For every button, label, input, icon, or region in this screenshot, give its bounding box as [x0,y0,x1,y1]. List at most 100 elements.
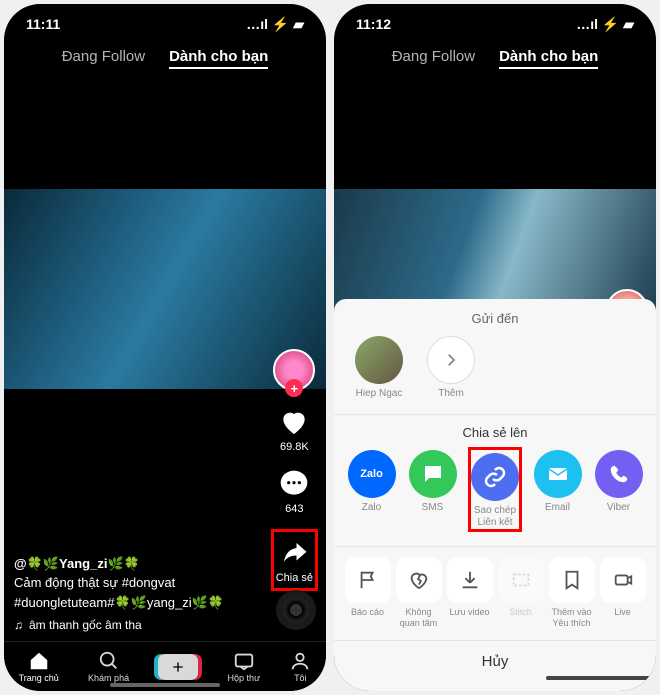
nav-discover-label: Khám phá [88,673,129,683]
status-indicators: …ıl ⚡ ▰ [576,16,634,33]
author-username[interactable]: @🍀🌿Yang_zi🌿🍀 [14,554,256,574]
action-live[interactable]: Live [599,557,646,628]
live-icon [600,557,646,603]
tab-following[interactable]: Đang Follow [392,48,475,69]
divider [334,414,656,415]
share-label: Email [545,502,570,514]
post-button-icon [158,654,198,680]
nav-inbox-label: Hộp thư [228,673,261,683]
status-indicators: …ıl ⚡ ▰ [246,16,304,33]
nav-home-label: Trang chủ [19,673,59,683]
action-save-video[interactable]: Lưu video [446,557,493,628]
nav-post[interactable] [158,654,198,680]
download-icon [447,557,493,603]
feed-tabs: Đang Follow Dành cho bạn [334,44,656,79]
inbox-icon [233,650,255,672]
music-row[interactable]: ♫ âm thanh gốc âm tha [14,616,256,634]
send-to-title: Gửi đến [334,311,656,326]
phone-right: 11:12 …ıl ⚡ ▰ Đang Follow Dành cho bạn +… [334,4,656,691]
stitch-icon [498,557,544,603]
home-indicator[interactable] [110,683,220,687]
home-icon [28,650,50,672]
cancel-button[interactable]: Hủy [334,640,656,676]
actions-row: Báo cáo Không quan tâm Lưu video [334,557,656,640]
share-label: SMS [422,502,444,514]
phone-left: 11:11 …ıl ⚡ ▰ Đang Follow Dành cho bạn +… [4,4,326,691]
like-button[interactable]: 69.8K [277,405,311,453]
action-stitch: Stitch [497,557,544,628]
share-to-title: Chia sẻ lên [334,425,656,440]
status-bar: 11:12 …ıl ⚡ ▰ [334,4,656,44]
share-zalo[interactable]: Zalo Zalo [346,450,397,514]
status-bar: 11:11 …ıl ⚡ ▰ [4,4,326,44]
share-targets-row: Zalo Zalo SMS Sao chép Liên kết [334,450,656,546]
profile-icon [289,650,311,672]
tab-for-you[interactable]: Dành cho bạn [499,48,598,69]
like-count: 69.8K [280,441,309,453]
zalo-icon: Zalo [348,450,396,498]
action-rail: + 69.8K 643 [271,349,318,591]
caption-line[interactable]: Cảm động thật sự #dongvat [14,573,256,593]
flag-icon [345,557,391,603]
status-time: 11:11 [26,16,60,32]
action-favorite[interactable]: Thêm vào Yêu thích [548,557,595,628]
share-label: Chia sẻ [276,572,313,584]
status-time: 11:12 [356,16,391,32]
sound-disc[interactable] [276,590,316,630]
heart-icon [277,405,311,439]
share-sms[interactable]: SMS [407,450,458,514]
tab-following[interactable]: Đang Follow [62,48,145,69]
share-email[interactable]: Email [532,450,583,514]
follow-plus-icon[interactable]: + [285,379,303,397]
music-note-icon: ♫ [14,616,23,634]
action-label: Stitch [509,607,532,617]
broken-heart-icon [396,557,442,603]
sms-icon [409,450,457,498]
share-icon [277,536,311,570]
nav-me[interactable]: Tôi [289,650,311,683]
nav-discover[interactable]: Khám phá [88,650,129,683]
email-icon [534,450,582,498]
link-icon [471,453,519,501]
share-label: Viber [607,502,630,514]
more-contacts[interactable]: Thêm [424,336,478,400]
tab-for-you[interactable]: Dành cho bạn [169,48,268,69]
more-label: Thêm [438,388,464,400]
share-sheet: Gửi đến Hiep Ngac Thêm Chia sẻ lên Zalo [334,299,656,691]
action-label: Live [614,607,631,617]
action-not-interested[interactable]: Không quan tâm [395,557,442,628]
video-feed[interactable]: + Gửi đến Hiep Ngac Thêm Chia sẻ lên [334,79,656,691]
feed-tabs: Đang Follow Dành cho bạn [4,44,326,79]
send-to-row: Hiep Ngac Thêm [334,336,656,414]
viber-icon [595,450,643,498]
comment-button[interactable]: 643 [277,467,311,515]
contact-item[interactable]: Hiep Ngac [352,336,406,400]
author-avatar[interactable]: + [273,349,315,391]
home-indicator[interactable] [546,676,656,680]
share-button[interactable]: Chia sẻ [271,529,318,591]
action-label: Thêm vào Yêu thích [548,607,595,628]
video-feed[interactable]: + 69.8K 643 [4,79,326,642]
divider [334,546,656,547]
search-icon [98,650,120,672]
comment-icon [277,467,311,501]
music-text: âm thanh gốc âm tha [29,616,142,634]
nav-inbox[interactable]: Hộp thư [228,650,261,683]
chevron-right-icon [427,336,475,384]
video-caption: @🍀🌿Yang_zi🌿🍀 Cảm động thật sự #dongvat #… [14,554,256,635]
contact-avatar [355,336,403,384]
action-label: Báo cáo [351,607,384,617]
share-copy-link[interactable]: Sao chép Liên kết [468,447,522,532]
action-label: Lưu video [449,607,489,617]
comment-count: 643 [285,503,303,515]
nav-me-label: Tôi [294,673,307,683]
share-viber[interactable]: Viber [593,450,644,514]
share-label: Sao chép Liên kết [473,505,517,529]
nav-home[interactable]: Trang chủ [19,650,59,683]
action-label: Không quan tâm [395,607,442,628]
action-report[interactable]: Báo cáo [344,557,391,628]
share-label: Zalo [362,502,381,514]
caption-line[interactable]: #duongletuteam#🍀🌿yang_zi🌿🍀 [14,593,256,613]
bookmark-icon [549,557,595,603]
contact-name: Hiep Ngac [356,388,403,400]
